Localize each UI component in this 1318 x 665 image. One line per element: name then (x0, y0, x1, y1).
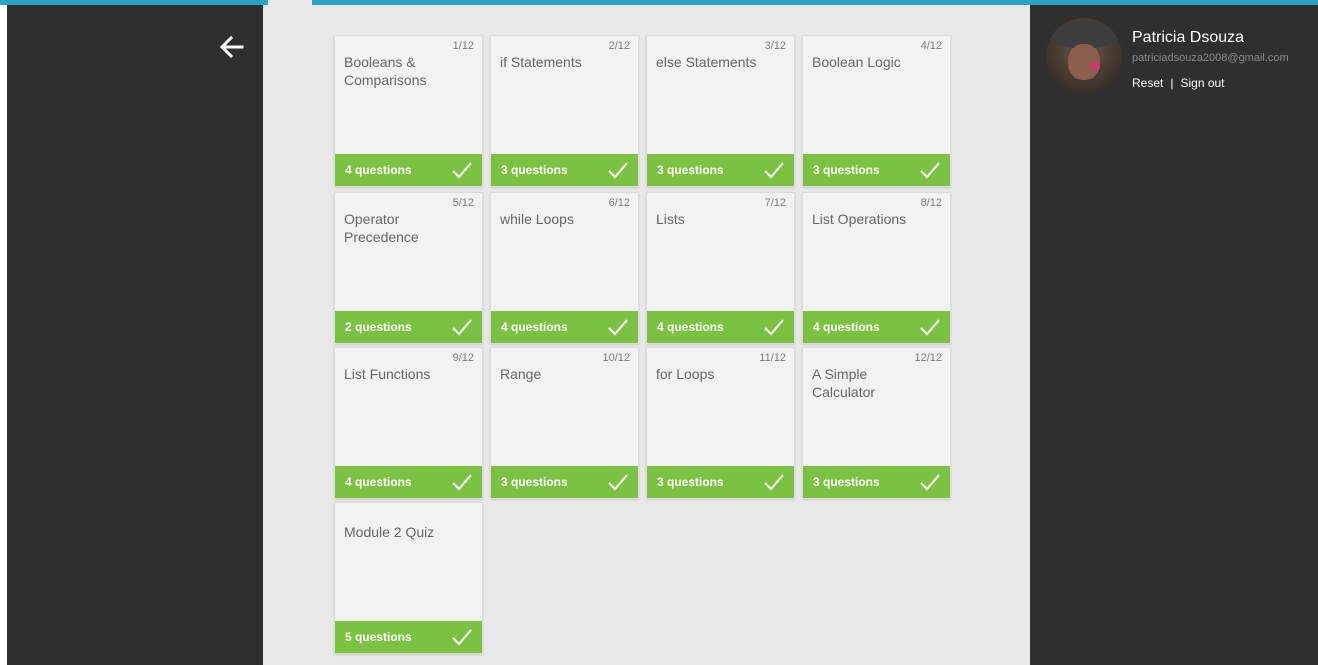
lesson-number: 1/12 (452, 40, 474, 52)
link-separator: | (1170, 76, 1174, 90)
lesson-footer: 3 questions (803, 466, 950, 498)
lesson-number: 4/12 (920, 40, 942, 52)
arrow-left-icon (219, 35, 244, 59)
lesson-footer: 2 questions (335, 311, 482, 343)
lesson-footer: 4 questions (335, 466, 482, 498)
avatar-accent-shape (1090, 62, 1100, 70)
lesson-card[interactable]: 7/12 Lists 4 questions (646, 192, 795, 344)
lesson-title: Module 2 Quiz (344, 524, 435, 540)
checkmark-icon (764, 319, 784, 336)
module-quiz-card[interactable]: Module 2 Quiz 5 questions (334, 502, 483, 654)
lesson-number: 7/12 (764, 197, 786, 209)
lesson-title: for Loops (656, 366, 715, 382)
lesson-footer: 3 questions (647, 466, 794, 498)
question-count: 4 questions (657, 320, 724, 334)
lesson-title: A Simple Calculator (812, 366, 876, 400)
checkmark-icon (920, 162, 940, 179)
user-email: patriciadsouza2008@gmail.com (1132, 52, 1289, 64)
question-count: 4 questions (345, 163, 412, 177)
lesson-number: 9/12 (452, 352, 474, 364)
checkmark-icon (608, 319, 628, 336)
lesson-footer: 4 questions (647, 311, 794, 343)
lesson-footer: 3 questions (491, 154, 638, 186)
checkmark-icon (920, 319, 940, 336)
lesson-number: 6/12 (608, 197, 630, 209)
lesson-number: 8/12 (920, 197, 942, 209)
lesson-title: Range (500, 366, 542, 382)
lesson-footer: 3 questions (803, 154, 950, 186)
checkmark-icon (452, 474, 472, 491)
lesson-card[interactable]: 2/12 if Statements 3 questions (490, 35, 639, 187)
question-count: 3 questions (813, 475, 880, 489)
lesson-title: Boolean Logic (812, 54, 901, 70)
question-count: 3 questions (501, 475, 568, 489)
lesson-card[interactable]: 1/12 Booleans & Comparisons 4 questions (334, 35, 483, 187)
lesson-card[interactable]: 5/12 Operator Precedence 2 questions (334, 192, 483, 344)
lesson-title: Operator Precedence (344, 211, 419, 245)
user-panel: Patricia Dsouza patriciadsouza2008@gmail… (1030, 5, 1318, 665)
lesson-card[interactable]: 11/12 for Loops 3 questions (646, 347, 795, 499)
checkmark-icon (608, 162, 628, 179)
checkmark-icon (452, 319, 472, 336)
checkmark-icon (452, 162, 472, 179)
lesson-card[interactable]: 8/12 List Operations 4 questions (802, 192, 951, 344)
lesson-number: 3/12 (764, 40, 786, 52)
lesson-card[interactable]: 10/12 Range 3 questions (490, 347, 639, 499)
user-name: Patricia Dsouza (1132, 29, 1245, 46)
lesson-footer: 3 questions (647, 154, 794, 186)
back-button[interactable] (216, 31, 248, 63)
reset-link[interactable]: Reset (1132, 76, 1163, 90)
sign-out-link[interactable]: Sign out (1180, 76, 1224, 90)
checkmark-icon (764, 474, 784, 491)
lesson-number: 2/12 (608, 40, 630, 52)
lesson-footer: 5 questions (335, 621, 482, 653)
lesson-card[interactable]: 4/12 Boolean Logic 3 questions (802, 35, 951, 187)
lesson-footer: 4 questions (803, 311, 950, 343)
user-links: Reset | Sign out (1132, 76, 1225, 90)
question-count: 2 questions (345, 320, 412, 334)
question-count: 4 questions (501, 320, 568, 334)
lesson-number: 10/12 (602, 352, 630, 364)
lesson-card[interactable]: 12/12 A Simple Calculator 3 questions (802, 347, 951, 499)
lesson-title: List Functions (344, 366, 431, 382)
question-count: 3 questions (657, 163, 724, 177)
checkmark-icon (764, 162, 784, 179)
question-count: 3 questions (657, 475, 724, 489)
question-count: 5 questions (345, 630, 412, 644)
lesson-title: while Loops (500, 211, 574, 227)
lesson-title: Booleans & Comparisons (344, 54, 427, 88)
left-sidebar (7, 5, 263, 665)
question-count: 4 questions (345, 475, 412, 489)
lesson-footer: 4 questions (335, 154, 482, 186)
lesson-title: else Statements (656, 54, 757, 70)
lesson-card[interactable]: 9/12 List Functions 4 questions (334, 347, 483, 499)
question-count: 4 questions (813, 320, 880, 334)
lesson-title: if Statements (500, 54, 582, 70)
lesson-card[interactable]: 3/12 else Statements 3 questions (646, 35, 795, 187)
lesson-title: List Operations (812, 211, 907, 227)
avatar[interactable] (1046, 18, 1122, 94)
lesson-number: 11/12 (759, 352, 786, 364)
lesson-title: Lists (656, 211, 685, 227)
lesson-footer: 4 questions (491, 311, 638, 343)
checkmark-icon (920, 474, 940, 491)
question-count: 3 questions (813, 163, 880, 177)
lesson-footer: 3 questions (491, 466, 638, 498)
checkmark-icon (452, 629, 472, 646)
lesson-number: 5/12 (452, 197, 474, 209)
lesson-card[interactable]: 6/12 while Loops 4 questions (490, 192, 639, 344)
checkmark-icon (608, 474, 628, 491)
lesson-number: 12/12 (914, 352, 942, 364)
question-count: 3 questions (501, 163, 568, 177)
